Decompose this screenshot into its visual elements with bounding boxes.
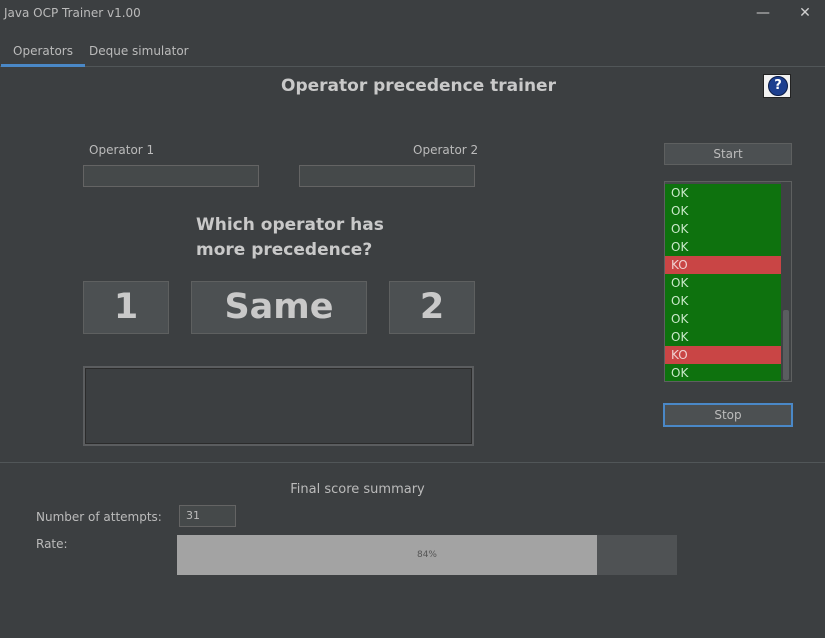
results-list-item[interactable]: OK [665,184,781,202]
attempts-field[interactable]: 31 [179,505,236,527]
operator1-field[interactable] [83,165,259,187]
operator1-label: Operator 1 [89,143,155,157]
question-text: Which operator has more precedence? [196,213,396,263]
rate-progress-bar: 84% [177,535,677,575]
results-scrollbar-thumb[interactable] [783,310,789,380]
close-button[interactable]: ✕ [794,4,816,22]
page-title: Operator precedence trainer [281,76,556,96]
answer-2-button[interactable]: 2 [389,281,475,334]
results-scrollbar[interactable] [781,182,791,381]
tab-operators[interactable]: Operators [1,38,85,67]
results-list[interactable]: OK OK OK OK KO OK OK OK OK KO OK [664,181,792,382]
results-list-item[interactable]: KO [665,256,781,274]
results-list-item[interactable]: OK [665,328,781,346]
results-list-item[interactable]: OK [665,274,781,292]
question-line-2: more precedence? [196,240,373,260]
attempts-label: Number of attempts: [36,510,162,524]
window-title: Java OCP Trainer v1.00 [4,6,141,20]
tab-bar: Operators Deque simulator [0,38,825,67]
summary-title: Final score summary [290,482,425,497]
help-icon: ? [768,76,788,96]
results-list-item[interactable]: OK [665,364,781,381]
answer-1-button[interactable]: 1 [83,281,169,334]
feedback-area [83,366,474,446]
rate-label: Rate: [36,537,68,551]
answer-same-button[interactable]: Same [191,281,367,334]
results-list-item[interactable]: KO [665,346,781,364]
results-list-item[interactable]: OK [665,292,781,310]
question-line-1: Which operator has [196,215,384,235]
tab-deque-simulator[interactable]: Deque simulator [77,38,201,66]
help-button[interactable]: ? [763,74,791,98]
start-button[interactable]: Start [664,143,792,165]
stop-button[interactable]: Stop [663,403,793,427]
results-list-item[interactable]: OK [665,238,781,256]
results-list-item[interactable]: OK [665,202,781,220]
operator2-label: Operator 2 [413,143,479,157]
minimize-button[interactable]: — [752,4,774,22]
operator2-field[interactable] [299,165,475,187]
rate-progress-text: 84% [416,550,437,560]
results-list-item[interactable]: OK [665,220,781,238]
section-divider [0,462,825,463]
results-list-item[interactable]: OK [665,310,781,328]
